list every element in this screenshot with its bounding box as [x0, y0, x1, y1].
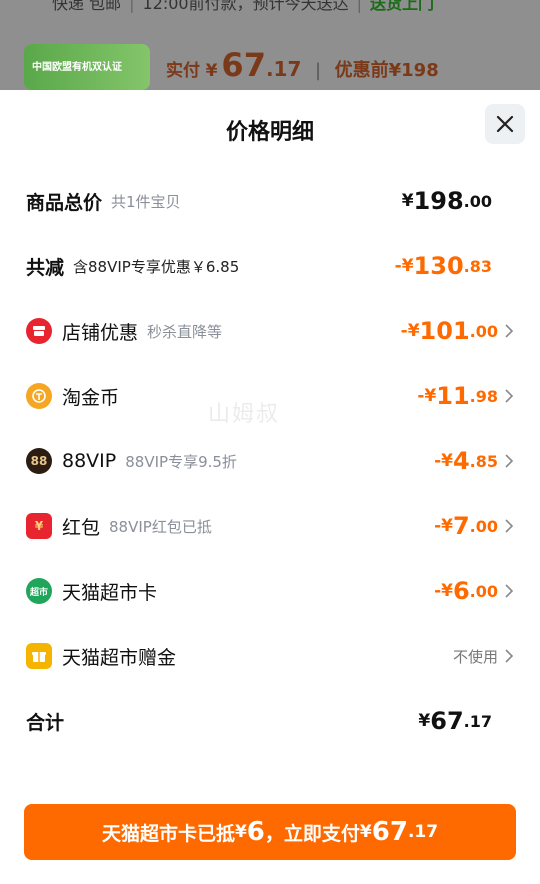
pay-now-text: ，立即支付 — [264, 822, 360, 845]
taojinbi-int: 11 — [436, 382, 470, 410]
shop-discount-symbol: -¥ — [400, 321, 420, 341]
product-thumbnail: 中国欧盟有机双认证 — [24, 44, 150, 90]
paid-summary: 实付 ¥67.17 | 优惠前¥198 — [166, 46, 439, 84]
shop-discount-note: 秒杀直降等 — [147, 322, 223, 341]
reduction-label: 共减 — [26, 256, 65, 279]
pay-card-symbol: ¥ — [234, 822, 247, 842]
chevron-right-icon — [505, 389, 514, 403]
row-total-reduction: 共减 含88VIP专享优惠￥6.85 -¥ 130.83 — [26, 246, 514, 286]
supermarket-gift-value: 不使用 — [452, 647, 498, 666]
row-sum: 合计 ¥67.17 — [26, 701, 514, 741]
delivery-option-link[interactable]: 送货上门 — [370, 0, 434, 13]
supermarket-card-icon: 超市 — [26, 578, 52, 604]
row-88vip[interactable]: 88 88VIP 88VIP专享9.5折 -¥ 4.85 — [26, 441, 514, 481]
red-packet-icon: ¥ — [26, 513, 52, 539]
gift-icon — [26, 643, 52, 669]
taojinbi-label: 淘金币 — [62, 386, 120, 409]
total-price-symbol: ¥ — [401, 191, 414, 211]
sum-symbol: ¥ — [418, 711, 431, 731]
red-packet-note: 88VIP红包已抵 — [109, 517, 212, 536]
close-button[interactable] — [485, 104, 525, 144]
paid-symbol: ¥ — [205, 61, 218, 81]
pay-amount-int: 67 — [371, 817, 408, 847]
88vip-int: 4 — [452, 447, 470, 475]
shop-discount-dec: .00 — [469, 321, 498, 341]
paid-amount-int: 67 — [221, 46, 266, 84]
chevron-right-icon — [505, 454, 514, 468]
88vip-symbol: -¥ — [434, 451, 453, 471]
row-supermarket-card[interactable]: 超市 天猫超市卡 -¥ 6.00 — [26, 571, 514, 611]
original-price: ¥198 — [388, 60, 439, 81]
taojinbi-symbol: -¥ — [417, 386, 437, 406]
sum-dec: .17 — [463, 711, 492, 731]
red-packet-symbol: -¥ — [434, 516, 453, 536]
88vip-icon: 88 — [26, 448, 52, 474]
paid-label: 实付 — [166, 61, 200, 81]
sum-label: 合计 — [26, 711, 65, 734]
chevron-right-icon — [505, 324, 514, 338]
chevron-right-icon — [505, 649, 514, 663]
reduction-int: 130 — [413, 252, 464, 280]
total-price-label: 商品总价 — [26, 191, 103, 214]
thumbnail-text: 中国欧盟有机双认证 — [32, 62, 122, 73]
red-packet-dec: .00 — [469, 516, 498, 536]
88vip-dec: .85 — [469, 451, 498, 471]
row-red-packet[interactable]: ¥ 红包 88VIP红包已抵 -¥ 7.00 — [26, 506, 514, 546]
supermarket-gift-label: 天猫超市赠金 — [62, 646, 177, 669]
row-taojinbi[interactable]: 淘金币 -¥ 11.98 — [26, 376, 514, 416]
item-count: 共1件宝贝 — [111, 192, 181, 211]
close-icon — [496, 115, 514, 133]
shop-discount-int: 101 — [419, 317, 470, 345]
supermarket-card-int: 6 — [452, 577, 470, 605]
delivery-info: 快递 包邮 | 12:00前付款，预计今天送达 | 送货上门 — [52, 0, 434, 14]
background-page: 快递 包邮 | 12:00前付款，预计今天送达 | 送货上门 中国欧盟有机双认证 实付 … — [0, 0, 540, 90]
reduction-dec: .83 — [463, 256, 492, 276]
88vip-note: 88VIP专享9.5折 — [125, 452, 237, 471]
red-packet-int: 7 — [452, 512, 470, 540]
reduction-note: 含88VIP专享优惠￥6.85 — [73, 257, 240, 276]
total-price-dec: .00 — [463, 191, 492, 211]
red-packet-label: 红包 — [62, 516, 101, 539]
price-detail-sheet: 价格明细 山姆叔 商品总价 共1件宝贝 ¥198.00 共减 含88VIP专享优… — [0, 90, 540, 884]
pay-amount-symbol: ¥ — [359, 822, 372, 842]
88vip-label: 88VIP — [62, 450, 117, 472]
original-label: 优惠前 — [334, 60, 389, 81]
row-shop-discount[interactable]: 店铺优惠 秒杀直降等 -¥ 101.00 — [26, 311, 514, 351]
sheet-title: 价格明细 — [225, 120, 314, 145]
total-price-int: 198 — [413, 187, 464, 215]
pay-now-button[interactable]: 天猫超市卡已抵 ¥6 ，立即支付 ¥67.17 — [24, 804, 516, 860]
shop-icon — [26, 318, 52, 344]
paid-amount-dec: .17 — [265, 57, 302, 81]
row-supermarket-gift[interactable]: 天猫超市赠金 不使用 — [26, 636, 514, 676]
row-total-price: 商品总价 共1件宝贝 ¥198.00 — [26, 181, 514, 221]
supermarket-card-label: 天猫超市卡 — [62, 581, 158, 604]
shop-discount-label: 店铺优惠 — [62, 321, 139, 344]
supermarket-card-symbol: -¥ — [434, 581, 453, 601]
coin-icon — [26, 383, 52, 409]
chevron-right-icon — [505, 584, 514, 598]
sum-int: 67 — [430, 707, 464, 735]
taojinbi-dec: .98 — [469, 386, 498, 406]
pay-card-amount: 6 — [246, 817, 265, 847]
delivery-method: 快递 包邮 — [52, 0, 122, 13]
reduction-symbol: -¥ — [394, 256, 414, 276]
pay-card-text: 天猫超市卡已抵 — [101, 822, 235, 845]
chevron-right-icon — [505, 519, 514, 533]
supermarket-card-dec: .00 — [469, 581, 498, 601]
delivery-time: 12:00前付款，预计今天送达 — [142, 0, 349, 13]
pay-amount-dec: .17 — [407, 822, 439, 842]
